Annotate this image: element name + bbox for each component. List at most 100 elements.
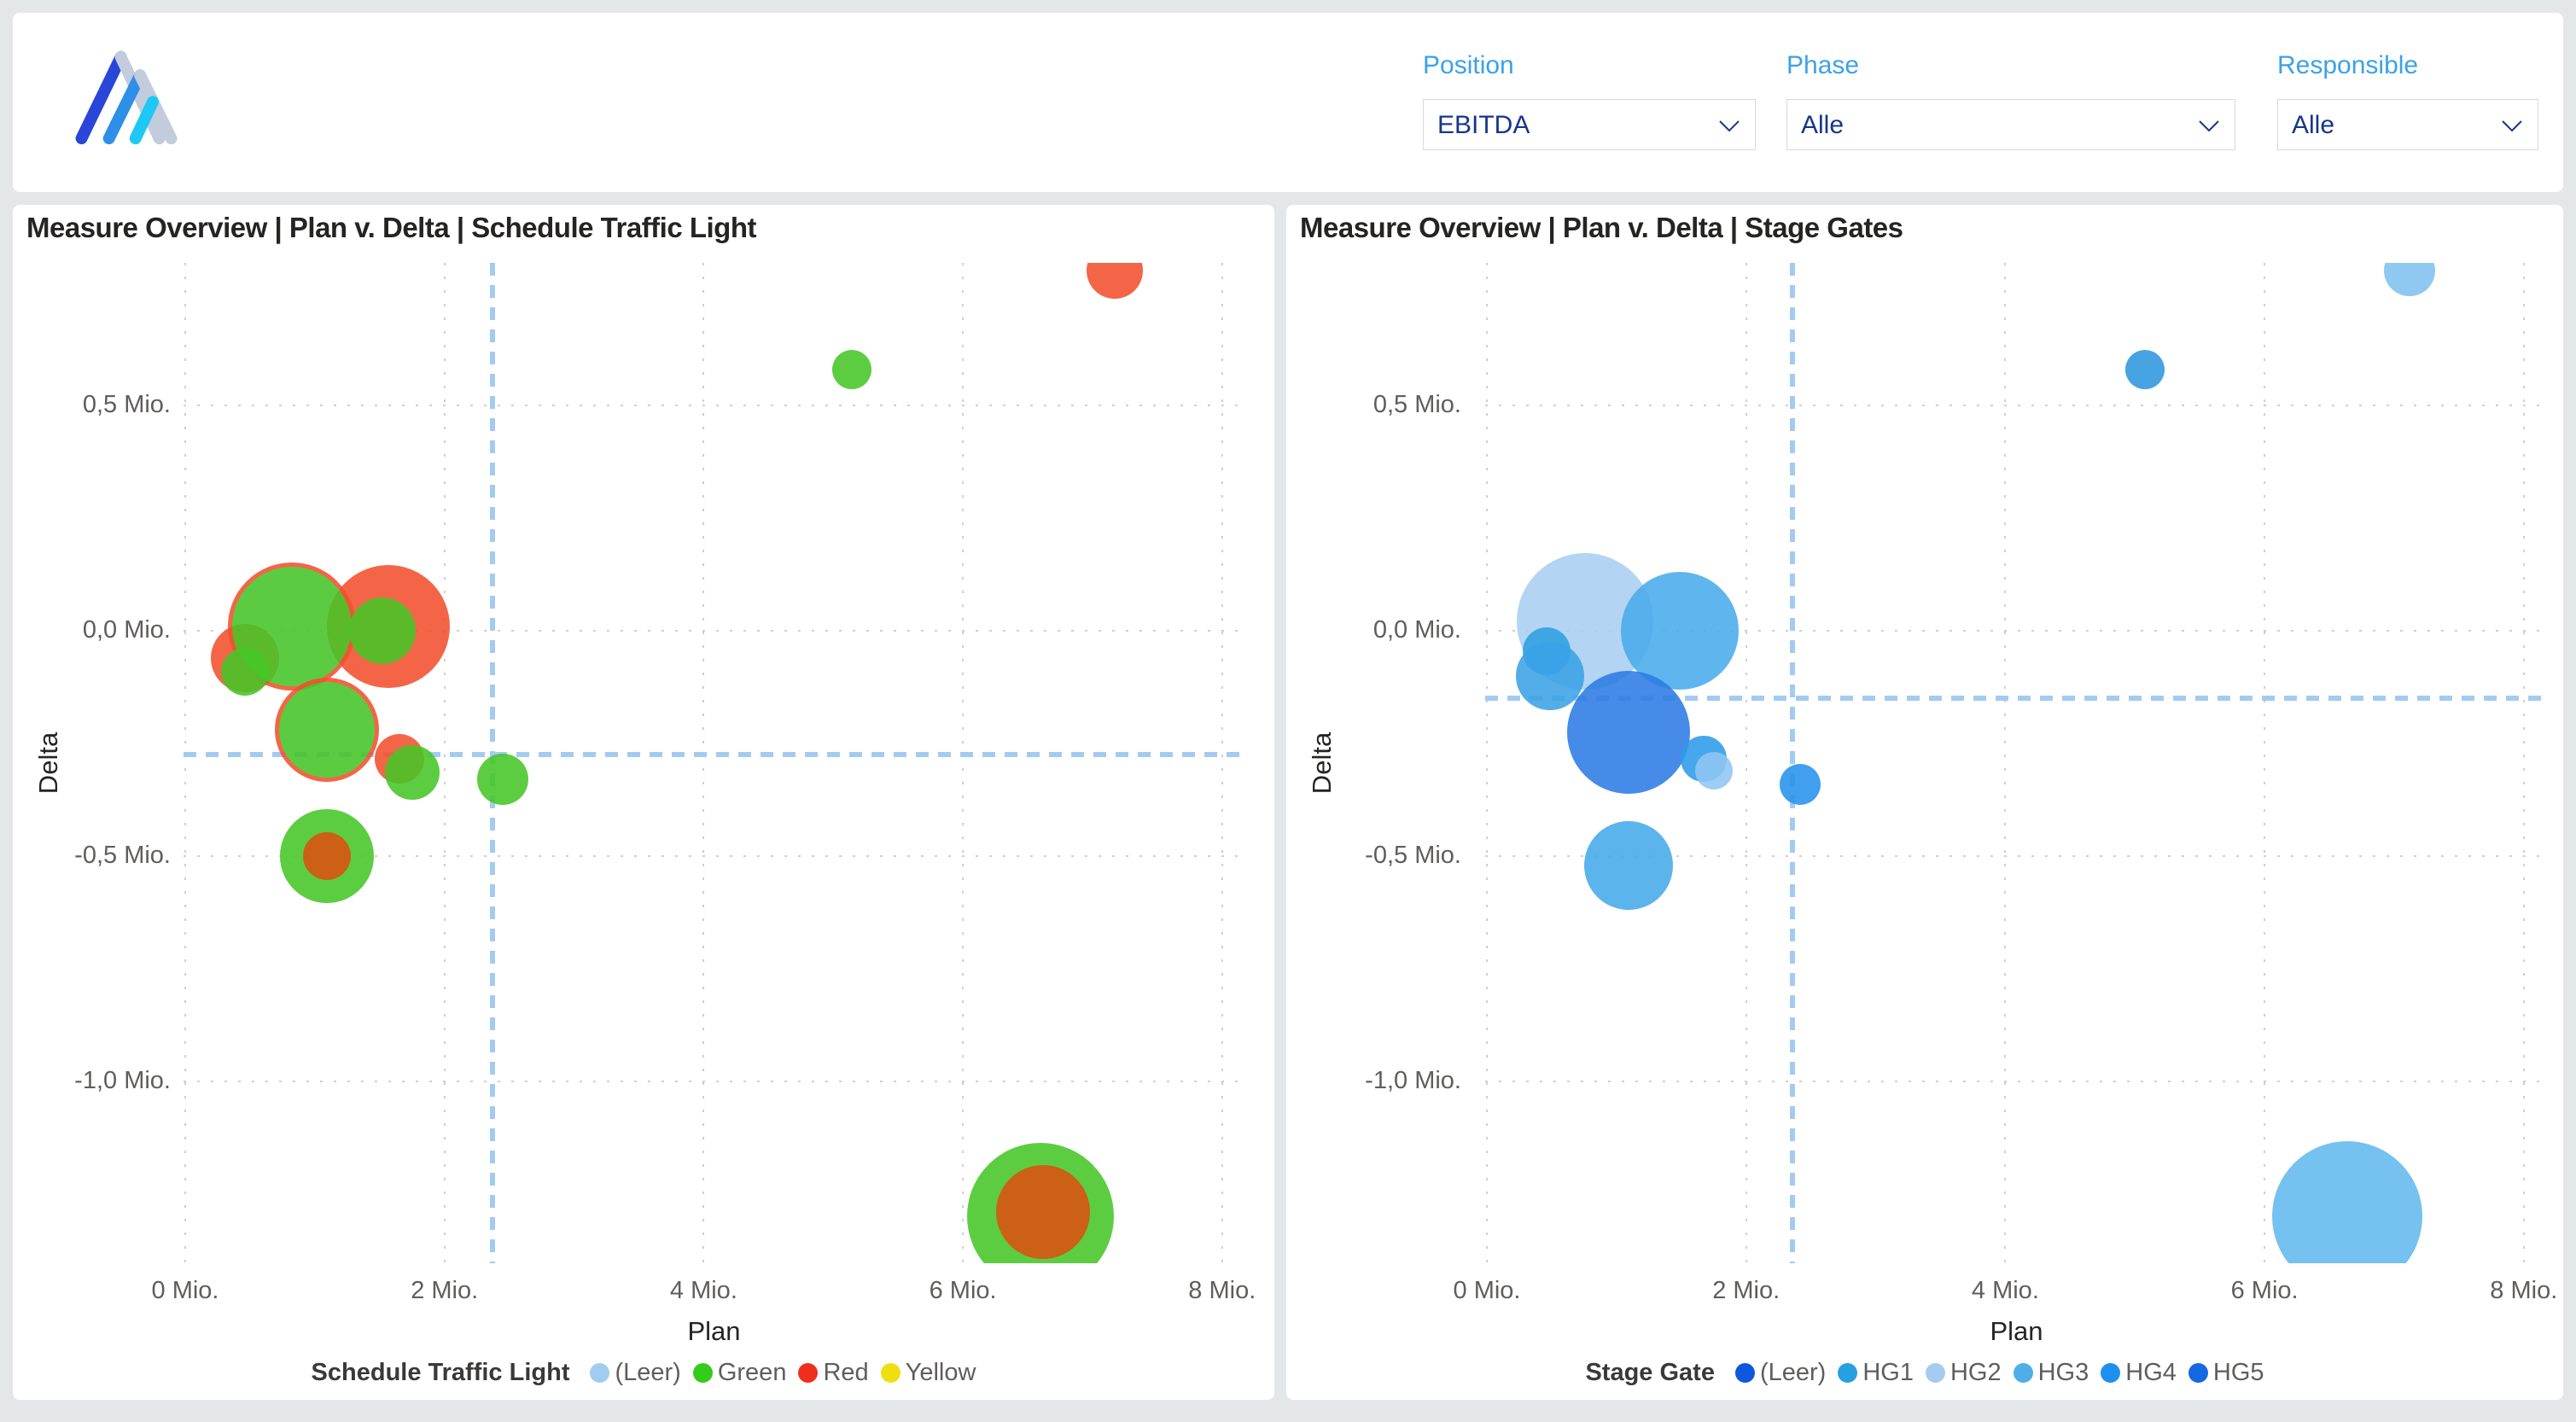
y-tick-label: 0,0 Mio. xyxy=(26,616,171,644)
header-card: Position EBITDA Phase Alle Responsible A… xyxy=(13,13,2563,192)
bubble-Red[interactable] xyxy=(1087,263,1143,299)
x-axis-title: Plan xyxy=(687,1316,740,1347)
legend-title: Schedule Traffic Light xyxy=(312,1359,570,1387)
x-gridline xyxy=(444,263,446,1263)
x-tick-label: 6 Mio. xyxy=(930,1277,997,1305)
x-tick-label: 8 Mio. xyxy=(2490,1277,2557,1305)
y-tick-label: 0,5 Mio. xyxy=(1316,391,1461,419)
bubble-HG4[interactable] xyxy=(1780,764,1821,805)
legend-dot-icon xyxy=(693,1363,713,1383)
y-gridline xyxy=(1485,1081,2548,1082)
bubble-Red[interactable] xyxy=(303,832,351,880)
x-gridline xyxy=(962,263,964,1263)
filter-responsible-dropdown[interactable]: Alle xyxy=(2277,99,2538,150)
chart-title-stage-gates: Measure Overview | Plan v. Delta | Stage… xyxy=(1300,212,1903,244)
legend: Schedule Traffic Light (Leer) Green Red Yell… xyxy=(13,1359,1274,1387)
x-tick-label: 6 Mio. xyxy=(2231,1277,2299,1305)
legend-item-HG4[interactable]: HG4 xyxy=(2101,1359,2177,1387)
x-gridline xyxy=(1221,263,1223,1263)
y-tick-label: -0,5 Mio. xyxy=(1316,842,1461,870)
filter-responsible-label: Responsible xyxy=(2277,51,2538,80)
bubble-Green[interactable] xyxy=(477,754,528,805)
bubble-Green[interactable] xyxy=(385,745,440,800)
filter-responsible-value: Alle xyxy=(2292,111,2334,139)
legend-item-Yellow[interactable]: Yellow xyxy=(881,1359,976,1387)
bubble-HG3[interactable] xyxy=(2384,263,2435,296)
plot-area xyxy=(184,263,1244,1263)
x-tick-label: 8 Mio. xyxy=(1188,1277,1256,1305)
legend-item-(Leer)[interactable]: (Leer) xyxy=(590,1359,680,1387)
chart-card-traffic-light: Measure Overview | Plan v. Delta | Sched… xyxy=(13,205,1274,1400)
x-gridline xyxy=(2523,263,2525,1263)
legend-dot-icon xyxy=(1926,1363,1945,1383)
legend-item-label: Green xyxy=(718,1359,787,1387)
legend-item-label: HG1 xyxy=(1862,1359,1914,1387)
legend: Stage Gate (Leer) HG1 HG2 HG3 HG4 HG5 xyxy=(1286,1359,2563,1387)
x-tick-label: 2 Mio. xyxy=(1712,1277,1780,1305)
x-tick-label: 4 Mio. xyxy=(1972,1277,2039,1305)
bubble-Green[interactable] xyxy=(349,597,416,664)
legend-item-HG1[interactable]: HG1 xyxy=(1838,1359,1914,1387)
x-gridline xyxy=(2004,263,2006,1263)
y-tick-label: -1,0 Mio. xyxy=(26,1067,171,1095)
bubble-Green[interactable] xyxy=(221,648,269,696)
mountain-stripes-logo xyxy=(68,47,184,149)
x-axis-title: Plan xyxy=(1990,1316,2043,1347)
filter-position-dropdown[interactable]: EBITDA xyxy=(1423,99,1756,150)
bubble-Red[interactable] xyxy=(996,1165,1090,1259)
legend-item-Red[interactable]: Red xyxy=(798,1359,868,1387)
x-gridline xyxy=(1746,263,1747,1263)
bubble-HG3[interactable] xyxy=(1584,821,1673,910)
chart-title-traffic-light: Measure Overview | Plan v. Delta | Sched… xyxy=(26,212,756,244)
filter-position-label: Position xyxy=(1423,51,1756,80)
x-tick-label: 0 Mio. xyxy=(152,1277,219,1305)
legend-item-HG2[interactable]: HG2 xyxy=(1926,1359,2002,1387)
chevron-down-icon[interactable] xyxy=(2500,119,2524,134)
legend-dot-icon xyxy=(590,1363,609,1383)
y-axis-title: Delta xyxy=(1307,732,1338,794)
bubble-Green[interactable] xyxy=(832,350,871,389)
legend-item-label: Yellow xyxy=(906,1359,976,1387)
y-tick-label: -0,5 Mio. xyxy=(26,842,171,870)
x-tick-label: 2 Mio. xyxy=(411,1277,478,1305)
bubble-HG1[interactable] xyxy=(1516,642,1584,710)
y-tick-label: 0,5 Mio. xyxy=(26,391,171,419)
plot-area xyxy=(1485,263,2548,1263)
legend-item-label: (Leer) xyxy=(615,1359,680,1387)
bubble-Green[interactable] xyxy=(275,678,379,782)
filter-responsible: Responsible Alle xyxy=(2277,51,2538,150)
bubble-HG3[interactable] xyxy=(2272,1141,2422,1263)
bubble-HG2[interactable] xyxy=(1695,752,1733,790)
x-gridline xyxy=(184,263,186,1263)
x-tick-label: 4 Mio. xyxy=(670,1277,737,1305)
filter-phase-dropdown[interactable]: Alle xyxy=(1786,99,2235,150)
legend-dot-icon xyxy=(798,1363,818,1383)
legend-title: Stage Gate xyxy=(1585,1359,1715,1387)
legend-dot-icon xyxy=(2101,1363,2120,1383)
chevron-down-icon[interactable] xyxy=(2197,119,2221,134)
legend-dot-icon xyxy=(2014,1363,2033,1383)
chevron-down-icon[interactable] xyxy=(1717,119,1741,134)
filter-phase: Phase Alle xyxy=(1786,51,2235,150)
legend-item-label: Red xyxy=(823,1359,868,1387)
legend-item-HG3[interactable]: HG3 xyxy=(2014,1359,2089,1387)
legend-dot-icon xyxy=(2188,1363,2208,1383)
x-gridline xyxy=(702,263,704,1263)
legend-item-Green[interactable]: Green xyxy=(693,1359,787,1387)
filter-phase-value: Alle xyxy=(1801,111,1844,139)
legend-dot-icon xyxy=(1838,1363,1857,1383)
filter-position-value: EBITDA xyxy=(1437,111,1530,139)
chart-card-stage-gates: Measure Overview | Plan v. Delta | Stage… xyxy=(1286,205,2563,1400)
bubble-HG1[interactable] xyxy=(2125,350,2165,389)
bubble-(Leer)[interactable] xyxy=(1567,671,1690,794)
legend-dot-icon xyxy=(1735,1363,1755,1383)
y-tick-label: 0,0 Mio. xyxy=(1316,616,1461,644)
x-tick-label: 0 Mio. xyxy=(1454,1277,1521,1305)
y-gridline xyxy=(184,405,1244,406)
legend-item-label: HG2 xyxy=(1950,1359,2002,1387)
y-axis-title: Delta xyxy=(33,732,64,794)
legend-item-(Leer)[interactable]: (Leer) xyxy=(1735,1359,1826,1387)
x-gridline xyxy=(1486,263,1488,1263)
filter-phase-label: Phase xyxy=(1786,51,2235,80)
legend-item-HG5[interactable]: HG5 xyxy=(2188,1359,2264,1387)
